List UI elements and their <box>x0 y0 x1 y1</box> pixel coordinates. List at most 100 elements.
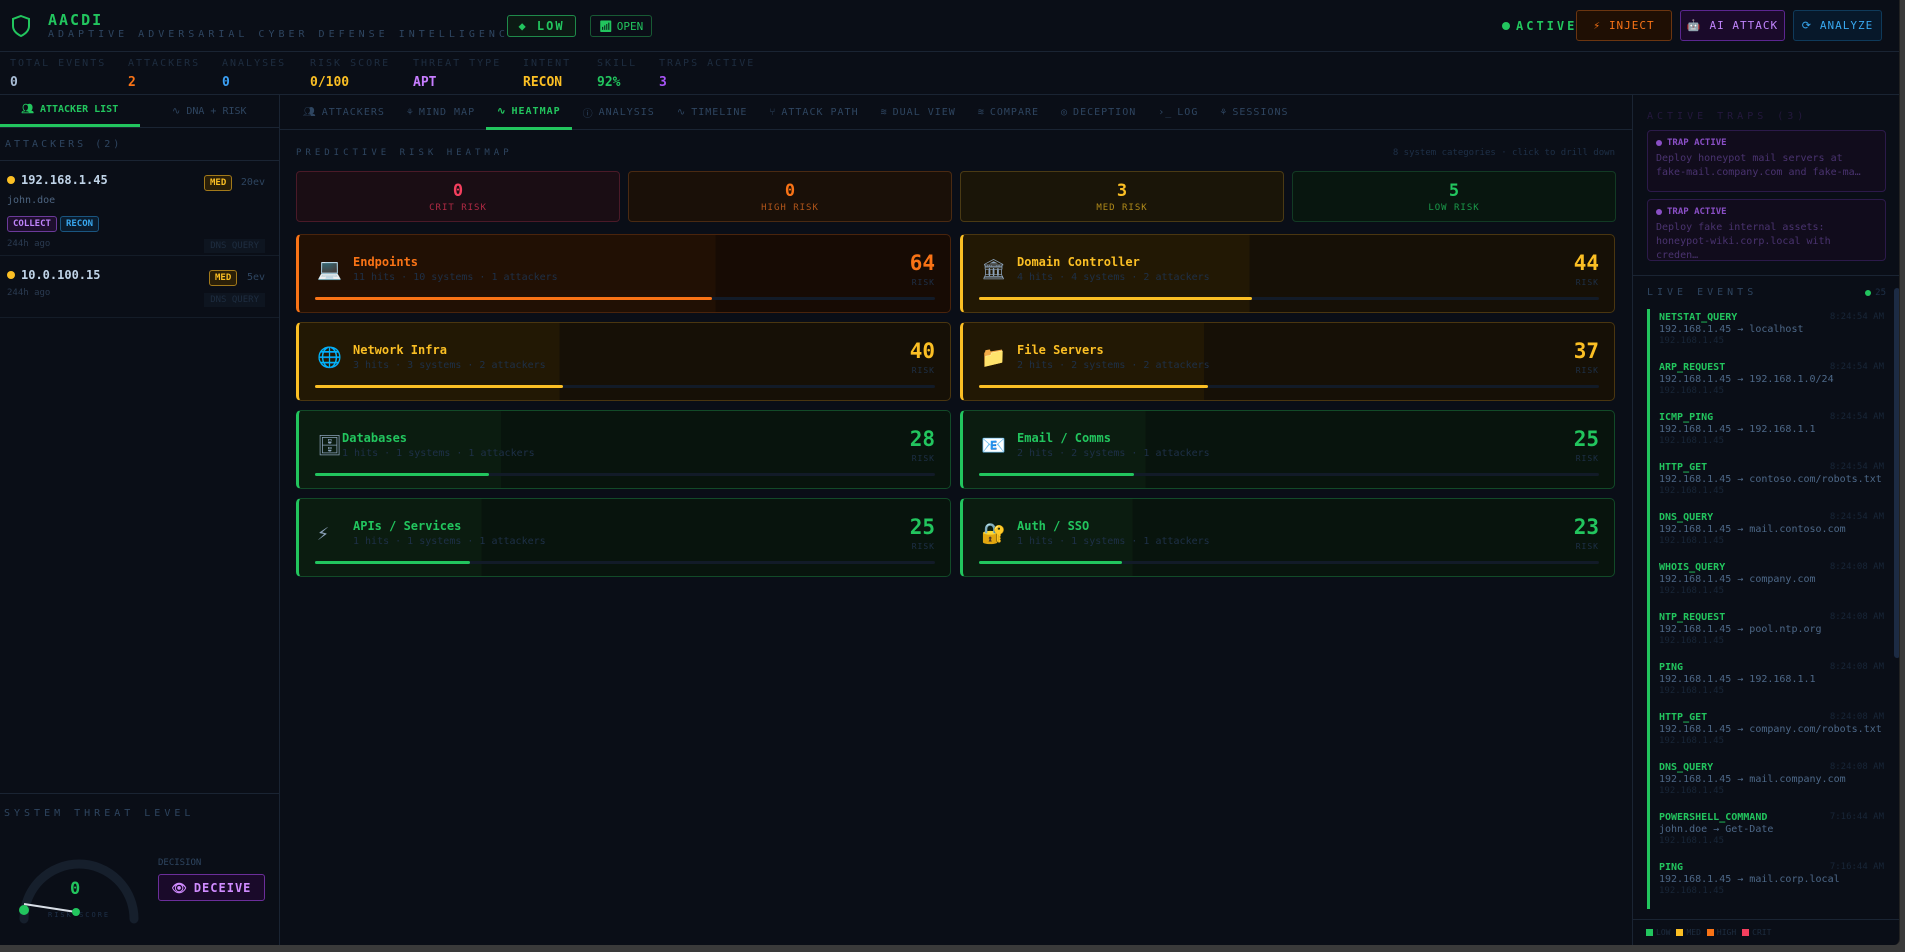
tab-timeline[interactable]: ∿ TIMELINE <box>666 95 759 130</box>
event-source: 192.168.1.45 <box>1659 536 1725 546</box>
risk-bar-fill <box>315 561 470 564</box>
scrollbar[interactable] <box>1894 288 1899 658</box>
tab-dual-view[interactable]: ≋ DUAL VIEW <box>870 95 967 130</box>
tab-sessions[interactable]: ⚘ SESSIONS <box>1209 95 1299 130</box>
stat-risk-score: RISK SCORE 0/100 <box>310 58 390 90</box>
event-item[interactable]: HTTP_GET 192.168.1.45 → company.com/robot… <box>1647 709 1899 759</box>
traps-heading: ACTIVE TRAPS (3) <box>1647 111 1808 122</box>
event-list[interactable]: NETSTAT_QUERY 192.168.1.45 → localhost 192… <box>1633 309 1899 909</box>
tab-label: ATTACK PATH <box>781 107 859 118</box>
tab-icon: ›_ <box>1158 107 1173 118</box>
legend-label: CRIT <box>1752 928 1772 937</box>
event-item[interactable]: NETSTAT_QUERY 192.168.1.45 → localhost 192… <box>1647 309 1899 359</box>
event-item[interactable]: ICMP_PING 192.168.1.45 → 192.168.1.1 192.1… <box>1647 409 1899 459</box>
stat-skill: SKILL 92% <box>597 58 637 90</box>
stat-value: 0 <box>10 75 18 90</box>
tab-label: COMPARE <box>989 107 1040 118</box>
heatmap-card-databases[interactable]: 🗄 Databases 1 hits · 1 systems · 1 attacke… <box>296 410 951 489</box>
tab-dna-risk[interactable]: ∿ DNA + RISK <box>140 95 280 127</box>
system-threat-level: SYSTEM THREAT LEVEL 0 RISK SCORE DECISIO… <box>0 793 280 945</box>
heatmap-card-email-comms[interactable]: 📧 Email / Comms 2 hits · 2 systems · 1 att… <box>960 410 1615 489</box>
risk-bar-fill <box>315 297 712 300</box>
tab-deception[interactable]: ◎ DECEPTION <box>1050 95 1147 130</box>
wifi-icon: 📶︎ <box>598 19 613 33</box>
summary-label: CRIT RISK <box>429 203 487 213</box>
tab-label: LOG <box>1177 107 1199 118</box>
tab-log[interactable]: ›_ LOG <box>1147 95 1209 130</box>
category-icon: 🔐 <box>981 521 1006 545</box>
inject-label: INJECT <box>1608 19 1655 32</box>
heatmap-card-endpoints[interactable]: 💻 Endpoints 11 hits · 10 systems · 1 attac… <box>296 234 951 313</box>
stat-label: ATTACKERS <box>128 58 201 69</box>
refresh-icon: ⟳ <box>1801 19 1812 32</box>
heatmap-card-domain-controller[interactable]: 🏛 Domain Controller 4 hits · 4 systems · 2… <box>960 234 1615 313</box>
tab-attack-path[interactable]: ⑂ ATTACK PATH <box>758 95 869 130</box>
tab-label: MIND MAP <box>418 107 476 118</box>
heatmap-card-auth-sso[interactable]: 🔐 Auth / SSO 1 hits · 1 systems · 1 attack… <box>960 498 1615 577</box>
legend-low: LOW <box>1646 928 1670 937</box>
tag-recon: RECON <box>59 216 100 232</box>
tab-attackers[interactable]: 👥︎ ATTACKERS <box>292 95 396 130</box>
status-indicator: ACTIVE <box>1502 19 1577 33</box>
analyze-button[interactable]: ⟳ ANALYZE <box>1793 10 1882 41</box>
trap-card[interactable]: TRAP ACTIVE Deploy fake internal assets: … <box>1647 199 1886 261</box>
category-name: Network Infra <box>353 343 447 357</box>
heatmap-card-apis-services[interactable]: ⚡ APIs / Services 1 hits · 1 systems · 1 a… <box>296 498 951 577</box>
risk-bar <box>315 473 935 476</box>
attacker-user: john.doe <box>7 195 56 206</box>
event-detail: 192.168.1.45 → 192.168.1.0/24 <box>1659 374 1834 385</box>
event-source: 192.168.1.45 <box>1659 386 1725 396</box>
risk-score: 25 <box>1573 427 1599 451</box>
stat-value: APT <box>413 75 437 90</box>
event-item[interactable]: ARP_REQUEST 192.168.1.45 → 192.168.1.0/24… <box>1647 359 1899 409</box>
decision-value: DECEIVE <box>193 880 252 895</box>
attacker-ip: 10.0.100.15 <box>21 268 101 282</box>
tab-analysis[interactable]: ⓘ ANALYSIS <box>572 95 666 130</box>
event-detail: 192.168.1.45 → mail.company.com <box>1659 774 1846 785</box>
tab-attacker-list[interactable]: 👥︎ ATTACKER LIST <box>0 95 140 127</box>
risk-bar <box>979 561 1599 564</box>
event-item[interactable]: NTP_REQUEST 192.168.1.45 → pool.ntp.org 19… <box>1647 609 1899 659</box>
event-item[interactable]: POWERSHELL_COMMAND john.doe → Get-Date 192… <box>1647 809 1899 859</box>
event-item[interactable]: DNS_QUERY 192.168.1.45 → mail.contoso.com… <box>1647 509 1899 559</box>
heatmap-title: PREDICTIVE RISK HEATMAP <box>296 148 513 158</box>
risk-score: 28 <box>909 427 935 451</box>
trap-dot-icon <box>1656 140 1662 146</box>
trap-card[interactable]: TRAP ACTIVE Deploy honeypot mail servers … <box>1647 130 1886 192</box>
event-source: 192.168.1.45 <box>1659 436 1725 446</box>
event-item[interactable]: DNS_QUERY 192.168.1.45 → mail.company.com… <box>1647 759 1899 809</box>
tab-icon: ⚘ <box>1220 107 1228 118</box>
risk-label: RISK <box>911 454 935 463</box>
summary-crit-risk: 0 CRIT RISK <box>296 171 620 222</box>
inject-button[interactable]: ⚡ INJECT <box>1576 10 1672 41</box>
app-window: AACDI ADAPTIVE ADVERSARIAL CYBER DEFENSE… <box>0 0 1900 945</box>
risk-bar <box>979 385 1599 388</box>
attacker-item[interactable]: 10.0.100.15 MED 5ev 244h ago DNS QUERY <box>0 256 279 318</box>
tab-heatmap[interactable]: ∿ HEATMAP <box>486 95 572 130</box>
heatmap-card-file-servers[interactable]: 📁 File Servers 2 hits · 2 systems · 2 atta… <box>960 322 1615 401</box>
summary-label: LOW RISK <box>1428 203 1480 213</box>
event-source: 192.168.1.45 <box>1659 486 1725 496</box>
category-icon: 🗄 <box>317 433 343 457</box>
legend-label: LOW <box>1656 928 1671 937</box>
summary-count: 5 <box>1448 181 1460 201</box>
category-meta: 1 hits · 1 systems · 1 attackers <box>353 536 546 547</box>
tab-icon: 👥︎ <box>303 107 317 118</box>
risk-bar <box>979 473 1599 476</box>
attacker-item[interactable]: 192.168.1.45 MED 20ev john.doe COLLECT R… <box>0 161 279 256</box>
tab-compare[interactable]: ≋ COMPARE <box>967 95 1050 130</box>
risk-label: RISK <box>1575 278 1599 287</box>
risk-bar-fill <box>315 473 489 476</box>
severity-badge: MED <box>209 270 238 286</box>
tab-mind-map[interactable]: ⚘ MIND MAP <box>396 95 486 130</box>
decision-badge[interactable]: 👁︎ DECEIVE <box>158 874 265 901</box>
pulse-icon: ∿ <box>171 105 181 117</box>
event-item[interactable]: WHOIS_QUERY 192.168.1.45 → company.com 192… <box>1647 559 1899 609</box>
ai-attack-button[interactable]: 🤖 AI ATTACK <box>1680 10 1785 41</box>
category-meta: 3 hits · 3 systems · 2 attackers <box>353 360 546 371</box>
event-item[interactable]: PING 192.168.1.45 → mail.corp.local 192.16… <box>1647 859 1899 909</box>
event-item[interactable]: HTTP_GET 192.168.1.45 → contoso.com/robot… <box>1647 459 1899 509</box>
heatmap-card-network-infra[interactable]: 🌐 Network Infra 3 hits · 3 systems · 2 att… <box>296 322 951 401</box>
risk-bar-fill <box>979 297 1252 300</box>
event-item[interactable]: PING 192.168.1.45 → 192.168.1.1 192.168.1.… <box>1647 659 1899 709</box>
